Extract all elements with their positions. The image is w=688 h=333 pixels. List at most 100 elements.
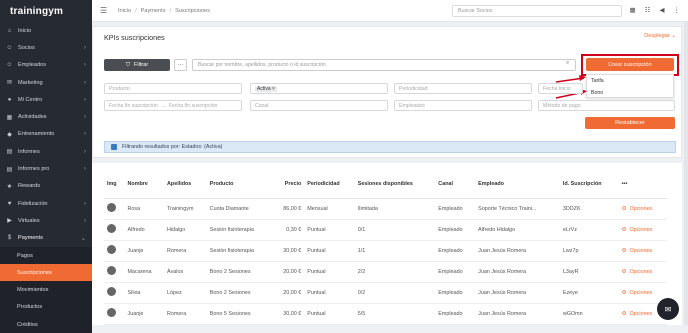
sidebar-item-inicio[interactable]: ⌂ Inicio (0, 22, 92, 39)
filter-icon: ⛉ (125, 61, 130, 68)
create-subscription-button[interactable]: Crear suscripción (586, 58, 674, 71)
calendar-icon[interactable]: ▦ (630, 6, 636, 14)
expand-toggle[interactable]: Desplegar ⌄ (644, 33, 676, 39)
sidebar-item-actividades[interactable]: ▦ Actividades › (0, 108, 92, 125)
cell-periodicidad: Mensual (304, 198, 355, 220)
table-row[interactable]: Juanje Romera Bono 5 Sesiones 30,00 € Puntua… (104, 303, 667, 325)
cell-nombre: Alfredo (124, 219, 165, 241)
user-menu-icon[interactable]: ⋮ (674, 6, 681, 14)
cell-canal: Empleado (435, 261, 476, 283)
more-options-button[interactable]: ··· (174, 59, 187, 71)
sidebar-subitem-productos[interactable]: Productos (0, 299, 92, 316)
cell-canal: Empleado (435, 282, 476, 304)
filter-info-text: Filtrando resultados por: Estados: (Acti… (122, 144, 223, 150)
chevron-icon: › (84, 148, 86, 155)
options-label: Opciones (629, 226, 653, 233)
megaphone-icon[interactable]: ◀ (660, 6, 665, 14)
sidebar-item-label: Informes (18, 148, 40, 155)
start-date-filter[interactable]: Fecha inicio (538, 83, 583, 94)
table-row[interactable]: Rosa Trainingym Cuota Diamante 86,00 € Mensu… (104, 198, 667, 220)
cell-periodicidad: Puntual (304, 240, 355, 262)
table-row[interactable]: Juanje Romera Sesión fisioterapia 30,00 € Pu… (104, 240, 667, 262)
rewards-icon: ★ (6, 183, 13, 190)
sidebar-item-fidelización[interactable]: ♥ Fidelización › (0, 195, 92, 212)
sidebar-item-informes[interactable]: ▤ Informes › (0, 143, 92, 160)
options-label: Opciones (629, 268, 653, 275)
app-logo[interactable]: trainingym (0, 0, 92, 22)
cell-empleado: Alfredo Hidalgo (475, 219, 560, 241)
sidebar-subitem-suscripciones[interactable]: Suscripciones (0, 264, 92, 282)
sidebar-item-label: Empleados (18, 62, 46, 69)
subscription-search-input[interactable]: Buscar por nombre, apellidos, producto o… (192, 59, 576, 71)
cell-periodicidad: Puntual (304, 303, 355, 325)
filter-button[interactable]: ⛉ Filtrar (104, 59, 170, 71)
table-cell (104, 219, 125, 241)
breadcrumb: Inicio / Payments / Suscripciones (118, 7, 210, 14)
options-label: Opciones (629, 247, 653, 254)
sidebar-item-socios[interactable]: ☺ Socios › (0, 39, 92, 56)
table-row[interactable]: Macarena Ávalos Bono 2 Sesiones 20,00 € Punt… (104, 261, 667, 283)
channel-filter[interactable]: Canal (250, 100, 388, 111)
sidebar-item-label: Actividades (18, 114, 47, 121)
sidebar-subitem-pagos[interactable]: Pagos (0, 247, 92, 264)
training-icon: ◆ (7, 131, 12, 138)
options-button[interactable]: ⚙ Opciones (618, 261, 667, 283)
chevron-icon: › (84, 79, 86, 86)
payment-method-filter[interactable]: Método de pago (538, 100, 675, 111)
sidebar-subitem-movimientos[interactable]: Movimientos (0, 281, 92, 298)
column-header[interactable]: ••• (618, 171, 667, 199)
global-search-input[interactable]: Buscar Socios (452, 5, 622, 17)
status-filter[interactable]: Activa × (250, 83, 388, 94)
options-button[interactable]: ⚙ Opciones (618, 198, 667, 220)
column-header: Apellidos (164, 171, 207, 199)
sidebar-item-payments[interactable]: $ Payments ⌄ (0, 230, 92, 247)
column-header: Producto (206, 171, 273, 199)
chat-icon[interactable]: ✉ (657, 298, 679, 320)
breadcrumb-item[interactable]: Inicio (118, 8, 131, 14)
cell-sesiones: Ilimitada (354, 198, 436, 220)
sidebar-item-label: Marketing (18, 79, 43, 86)
status-chip-activa[interactable]: Activa × (255, 86, 277, 92)
table-cell (104, 198, 125, 220)
reports-pro-icon: ▤ (6, 166, 13, 173)
breadcrumb-item: Suscripciones (175, 7, 210, 14)
chevron-icon: › (84, 96, 86, 103)
cell-id: 3DDZK (559, 198, 619, 220)
sidebar-item-entrenamiento[interactable]: ◆ Entrenamiento › (0, 126, 92, 143)
sidebar-nav: ⌂ Inicio ☺ Socios › ☺ Empleados › ✉ Marketing › ● Mi… (0, 22, 92, 333)
sidebar-item-marketing[interactable]: ✉ Marketing › (0, 74, 92, 91)
cell-id: Ezeye (559, 282, 619, 304)
table-cell (104, 303, 125, 325)
avatar (107, 203, 116, 212)
options-button[interactable]: ⚙ Opciones (618, 219, 667, 241)
avatar (107, 245, 116, 254)
gear-icon: ⚙ (621, 289, 627, 296)
table-row[interactable]: Alfredo Hidalgo Sesión fisioterapia 0,30 € P… (104, 219, 667, 241)
hamburger-menu-icon[interactable]: ☰ (100, 6, 110, 15)
reset-button[interactable]: Restablecer (585, 117, 675, 129)
periodicity-filter[interactable]: Periodicidad (394, 83, 532, 94)
payments-icon: $ (7, 235, 12, 242)
cell-nombre: Juanje (124, 240, 165, 262)
search-icon[interactable]: ⌕ (566, 60, 569, 67)
sidebar-item-mi-centro[interactable]: ● Mi Centro › (0, 91, 92, 108)
avatar (107, 287, 116, 296)
end-date-range-filter[interactable]: Fecha fin suscripción → Fecha fin suscri… (104, 100, 242, 111)
list-icon[interactable]: ☷ (645, 6, 651, 14)
sidebar-item-rewards[interactable]: ★ Rewards (0, 178, 92, 195)
column-header: Precio (272, 171, 305, 199)
employees-filter[interactable]: Empleados (394, 100, 532, 111)
sidebar-item-informes-pro[interactable]: ▤ Informes pro › (0, 160, 92, 177)
cell-id: wGOmn (559, 303, 619, 325)
options-button[interactable]: ⚙ Opciones (618, 240, 667, 262)
product-filter[interactable]: Producto (104, 83, 242, 94)
sidebar-item-empleados[interactable]: ☺ Empleados › (0, 57, 92, 74)
sidebar-item-virtuales[interactable]: ▶ Virtuales › (0, 212, 92, 229)
column-header: Periodicidad (304, 171, 355, 199)
breadcrumb-item[interactable]: Payments (141, 8, 166, 14)
page-scrollbar[interactable] (684, 22, 688, 325)
table-row[interactable]: Silvia López Bono 2 Sesiones 20,00 € Puntual… (104, 282, 667, 304)
gear-icon: ⚙ (621, 205, 627, 212)
cell-sesiones: 2/2 (354, 261, 436, 283)
cell-producto: Bono 5 Sesiones (206, 303, 273, 325)
